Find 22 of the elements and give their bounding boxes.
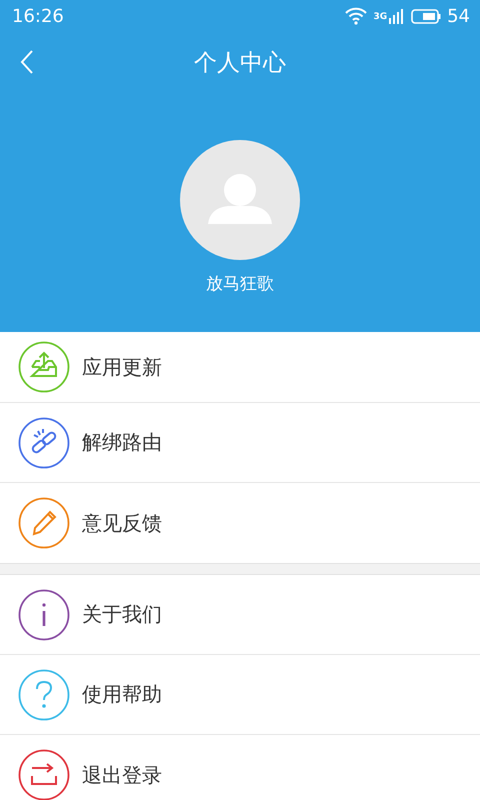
battery-icon (411, 8, 442, 24)
menu-item[interactable]: 使用帮助 (0, 655, 480, 735)
menu-label: 应用更新 (82, 354, 162, 380)
menu-item[interactable]: 应用更新 (0, 332, 480, 403)
wifi-icon (345, 7, 368, 25)
avatar-icon[interactable] (180, 140, 300, 260)
menu-label: 意见反馈 (82, 510, 162, 536)
page-title: 个人中心 (194, 48, 286, 78)
signal-icon (389, 8, 406, 24)
menu-label: 退出登录 (82, 762, 162, 788)
menu-item[interactable]: 关于我们 (0, 575, 480, 655)
menu-label: 使用帮助 (82, 681, 162, 708)
menu-item[interactable]: 意见反馈 (0, 483, 480, 563)
back-button[interactable] (20, 49, 34, 75)
status-time: 16:26 (12, 6, 64, 26)
menu-item[interactable]: 退出登录 (0, 735, 480, 800)
user-name: 放马狂歌 (206, 273, 274, 295)
battery-level: 54 (447, 6, 470, 26)
menu-label: 关于我们 (82, 601, 162, 628)
menu-item[interactable]: 解绑路由 (0, 403, 480, 483)
network-label: 3G (373, 12, 388, 22)
menu-label: 解绑路由 (82, 429, 162, 456)
